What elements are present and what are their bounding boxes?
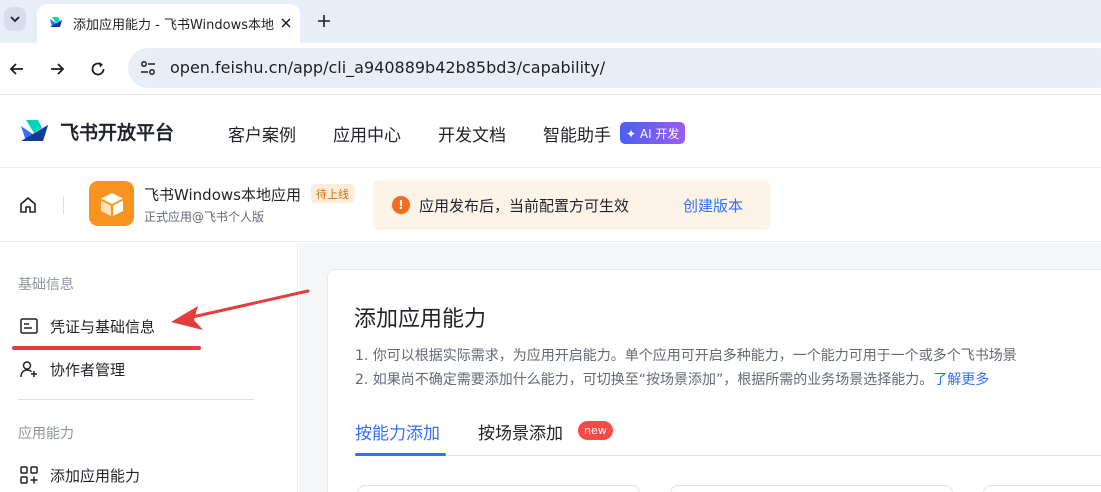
page-title: 添加应用能力 [354, 307, 487, 332]
tabs-divider [355, 455, 1101, 456]
grid-add-icon [18, 464, 40, 486]
sidebar-item-add-capability[interactable]: 添加应用能力 [18, 461, 140, 489]
nav-dev-docs[interactable]: 开发文档 [438, 121, 506, 146]
annotation-underline [12, 346, 201, 350]
status-badge: 待上线 [311, 184, 354, 203]
app-icon [89, 181, 134, 226]
tab-by-scenario[interactable]: 按场景添加 [478, 419, 563, 444]
forward-button[interactable] [45, 57, 69, 81]
sidebar-item-label: 协作者管理 [50, 360, 126, 379]
tab-by-capability[interactable]: 按能力添加 [355, 419, 440, 444]
sidebar-item-label: 添加应用能力 [50, 466, 141, 485]
top-navigation: 飞书开放平台 客户案例 应用中心 开发文档 智能助手 ✦ AI 开发 [0, 96, 1101, 168]
id-card-icon [18, 315, 40, 337]
home-icon [20, 197, 36, 213]
home-button[interactable] [16, 193, 40, 217]
sidebar-item-label: 凭证与基础信息 [50, 317, 156, 336]
browser-toolbar: open.feishu.cn/app/cli_a940889b42b85bd3/… [0, 43, 1101, 95]
browser-tab-bar: 添加应用能力 - 飞书Windows本地 [0, 0, 1101, 43]
nav-customer-cases[interactable]: 客户案例 [228, 121, 296, 146]
app-header: 飞书Windows本地应用 待上线 正式应用@飞书个人版 ! 应用发布后，当前配… [0, 169, 1101, 242]
sidebar-item-credentials[interactable]: 凭证与基础信息 [18, 312, 155, 340]
user-add-icon [18, 358, 40, 380]
tab-close-button[interactable] [276, 13, 296, 33]
browser-tab-active[interactable]: 添加应用能力 - 飞书Windows本地 [37, 4, 300, 43]
brand-text: 飞书开放平台 [60, 122, 175, 144]
sidebar: 基础信息 凭证与基础信息 协作者管理 应用能力 添加应用能力 [0, 243, 298, 492]
plus-icon [318, 15, 330, 27]
create-version-link[interactable]: 创建版本 [683, 195, 743, 216]
close-icon [281, 18, 291, 28]
description-line-1: 1. 你可以根据实际需求，为应用开启能力。单个应用可开启多种能力，一个能力可用于… [355, 348, 1017, 364]
sidebar-item-collaborators[interactable]: 协作者管理 [18, 355, 125, 383]
header-divider [63, 196, 64, 214]
notice-text: 应用发布后，当前配置方可生效 [419, 197, 630, 215]
new-tab-button[interactable] [312, 9, 336, 33]
new-badge: new [578, 421, 613, 440]
feishu-logo-icon [21, 119, 48, 141]
app-subtitle: 正式应用@飞书个人版 [144, 210, 265, 224]
capability-card[interactable] [983, 485, 1101, 492]
nav-app-center[interactable]: 应用中心 [333, 121, 401, 146]
reload-button[interactable] [86, 57, 110, 81]
address-bar[interactable]: open.feishu.cn/app/cli_a940889b42b85bd3/… [128, 48, 1101, 88]
learn-more-link[interactable]: 了解更多 [933, 372, 989, 388]
active-tab-indicator [355, 453, 446, 456]
tab-title: 添加应用能力 - 飞书Windows本地 [73, 18, 274, 33]
forward-icon [51, 63, 65, 75]
capability-card[interactable] [670, 485, 953, 492]
brand-logo-link[interactable]: 飞书开放平台 [20, 118, 174, 145]
site-info-icon [141, 61, 155, 75]
box-icon [100, 192, 123, 216]
feishu-favicon-icon [50, 17, 62, 27]
app-name: 飞书Windows本地应用 [144, 186, 301, 204]
sidebar-group-basic-info: 基础信息 [18, 277, 74, 293]
warning-icon: ! [392, 196, 410, 214]
reload-icon [91, 62, 105, 76]
publish-notice: ! 应用发布后，当前配置方可生效 创建版本 [373, 180, 770, 230]
tab-search-button[interactable] [4, 7, 26, 31]
nav-smart-assistant[interactable]: 智能助手 [543, 121, 611, 146]
capability-card[interactable] [357, 485, 640, 492]
sidebar-divider [18, 399, 254, 400]
sidebar-group-app-capability: 应用能力 [18, 426, 74, 442]
chevron-down-icon [10, 16, 20, 23]
back-icon [9, 63, 23, 75]
ai-dev-badge[interactable]: ✦ AI 开发 [620, 122, 686, 144]
description-text: 2. 如果尚不确定需要添加什么能力，可切换至“按场景添加”，根据所需的业务场景选… [355, 372, 934, 388]
site-info-button[interactable] [136, 56, 160, 80]
url-text: open.feishu.cn/app/cli_a940889b42b85bd3/… [170, 58, 606, 77]
description-line-2: 2. 如果尚不确定需要添加什么能力，可切换至“按场景添加”，根据所需的业务场景选… [355, 369, 989, 389]
back-button[interactable] [5, 57, 29, 81]
